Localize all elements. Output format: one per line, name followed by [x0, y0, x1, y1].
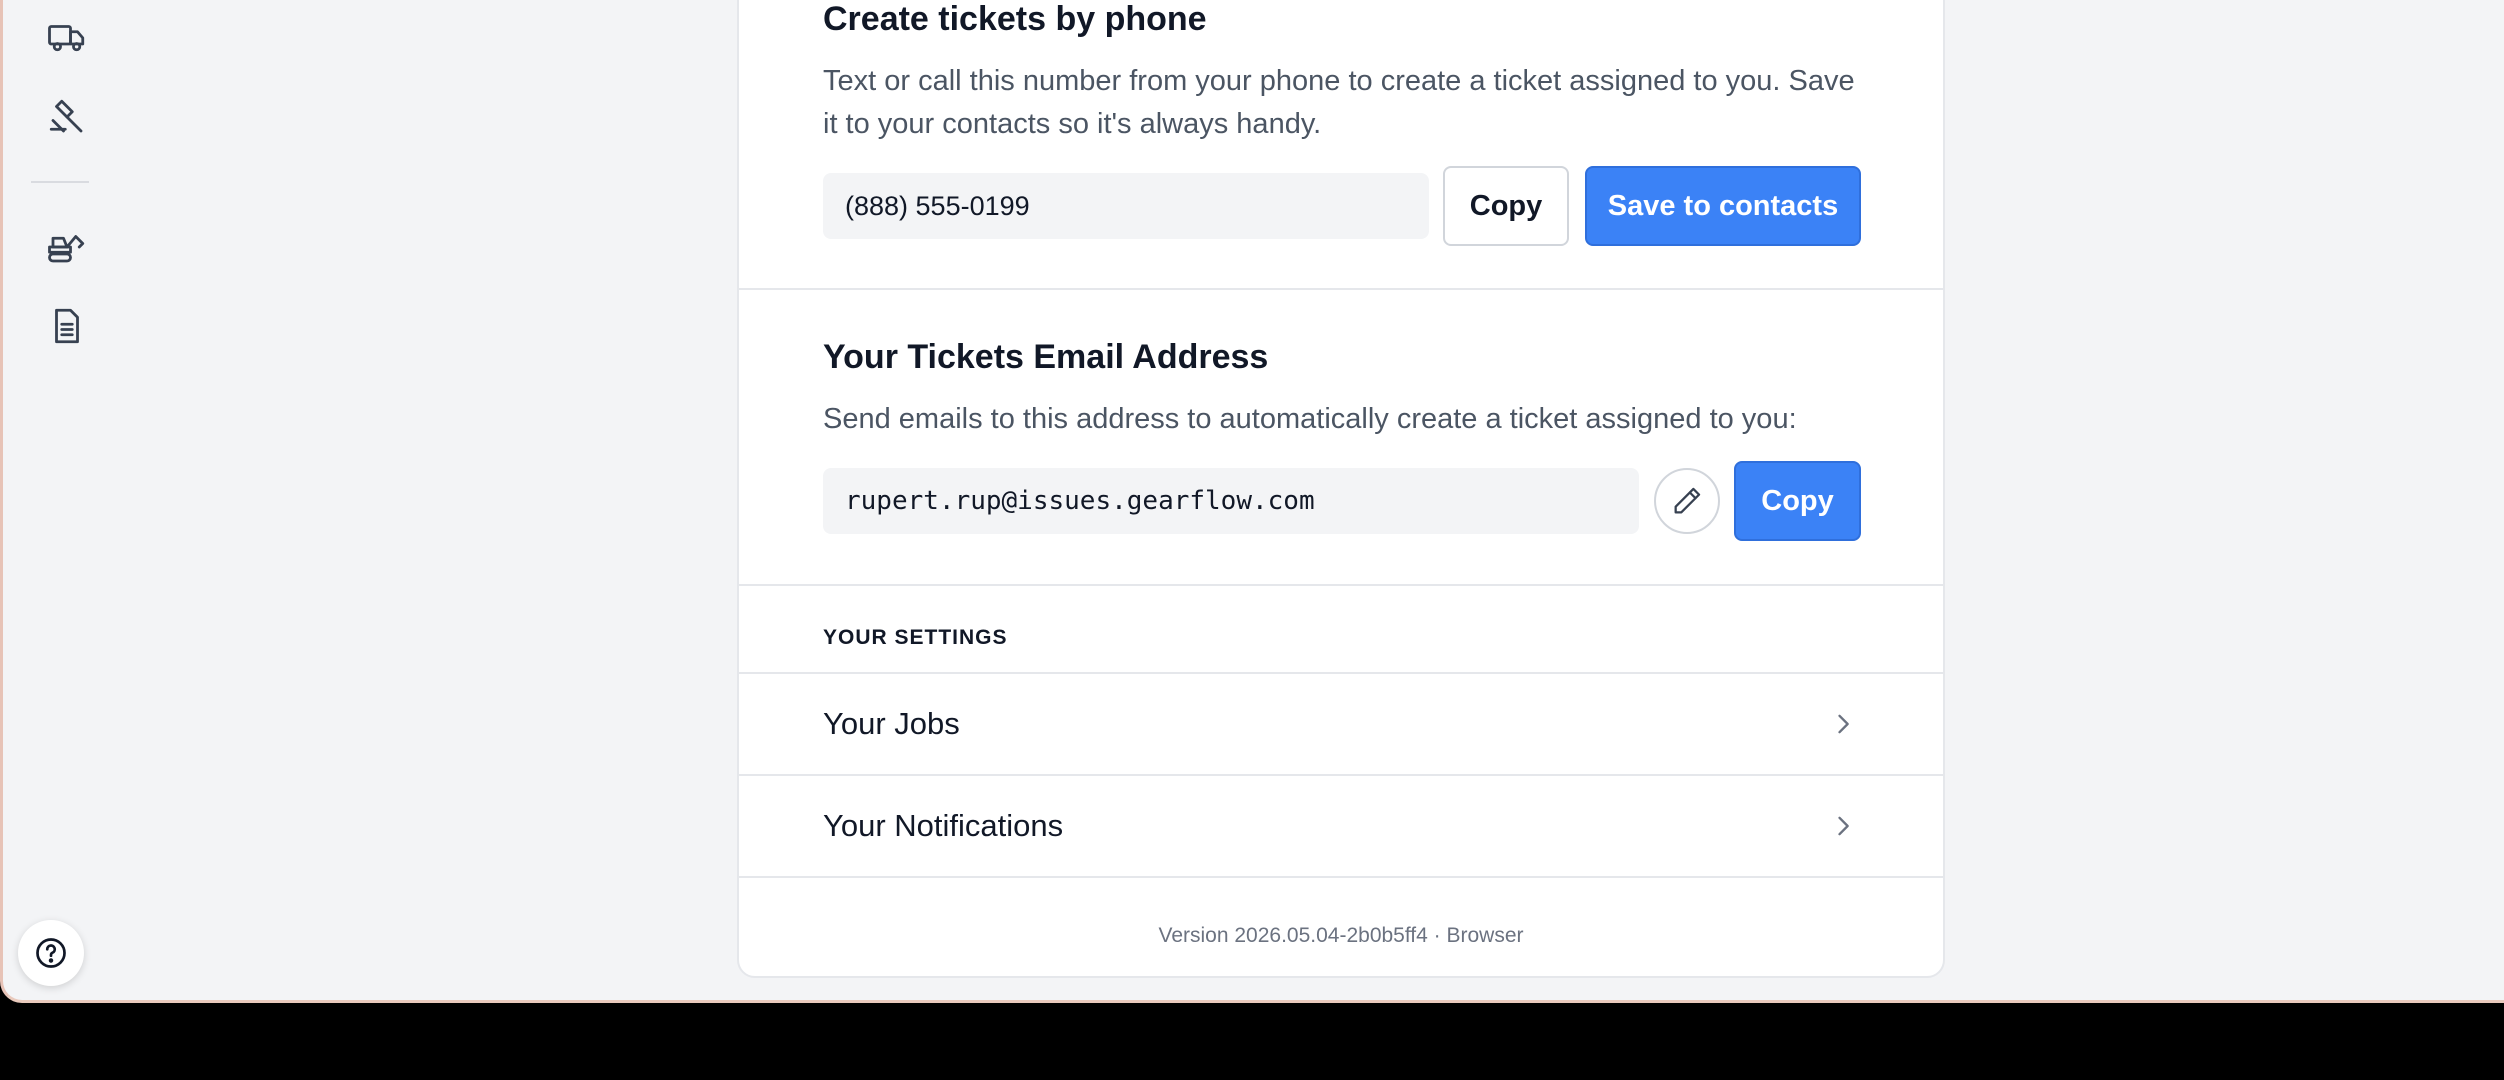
copy-phone-button[interactable]: Copy	[1443, 166, 1569, 246]
pencil-icon[interactable]	[1654, 468, 1720, 534]
email-section-description: Send emails to this address to automatic…	[823, 403, 1797, 435]
email-section-title: Your Tickets Email Address	[823, 338, 1269, 376]
phone-section-title: Create tickets by phone	[823, 0, 1207, 38]
hammer-icon[interactable]	[43, 93, 91, 141]
excavator-icon[interactable]	[43, 223, 91, 271]
settings-row-your-jobs[interactable]: Your Jobs	[739, 674, 1943, 774]
sidebar-rail	[3, 0, 133, 1000]
settings-row-label: Your Jobs	[823, 706, 960, 741]
document-icon[interactable]	[43, 302, 91, 350]
sidebar-divider	[31, 181, 89, 183]
help-circle-icon[interactable]	[18, 920, 84, 986]
section-divider	[739, 584, 1943, 586]
app-window: Create tickets by phone Text or call thi…	[0, 0, 2504, 1003]
version-text: Version 2026.05.04-2b0b5ff4 · Browser	[1158, 924, 1524, 947]
settings-row-your-notifications[interactable]: Your Notifications	[739, 776, 1943, 876]
settings-divider	[739, 876, 1943, 878]
section-divider	[739, 288, 1943, 290]
settings-header: YOUR SETTINGS	[823, 626, 1008, 649]
settings-card: Create tickets by phone Text or call thi…	[737, 0, 1945, 978]
settings-row-label: Your Notifications	[823, 808, 1064, 843]
email-address-field[interactable]: rupert.rup@issues.gearflow.com	[823, 468, 1639, 534]
chevron-right-icon	[1838, 816, 1849, 836]
phone-section-description: Text or call this number from your phone…	[823, 65, 1855, 140]
chevron-right-icon	[1838, 714, 1849, 734]
truck-icon[interactable]	[43, 13, 91, 61]
save-to-contacts-button[interactable]: Save to contacts	[1585, 166, 1861, 246]
phone-number-field[interactable]: (888) 555-0199	[823, 173, 1429, 239]
copy-email-button[interactable]: Copy	[1734, 461, 1861, 541]
